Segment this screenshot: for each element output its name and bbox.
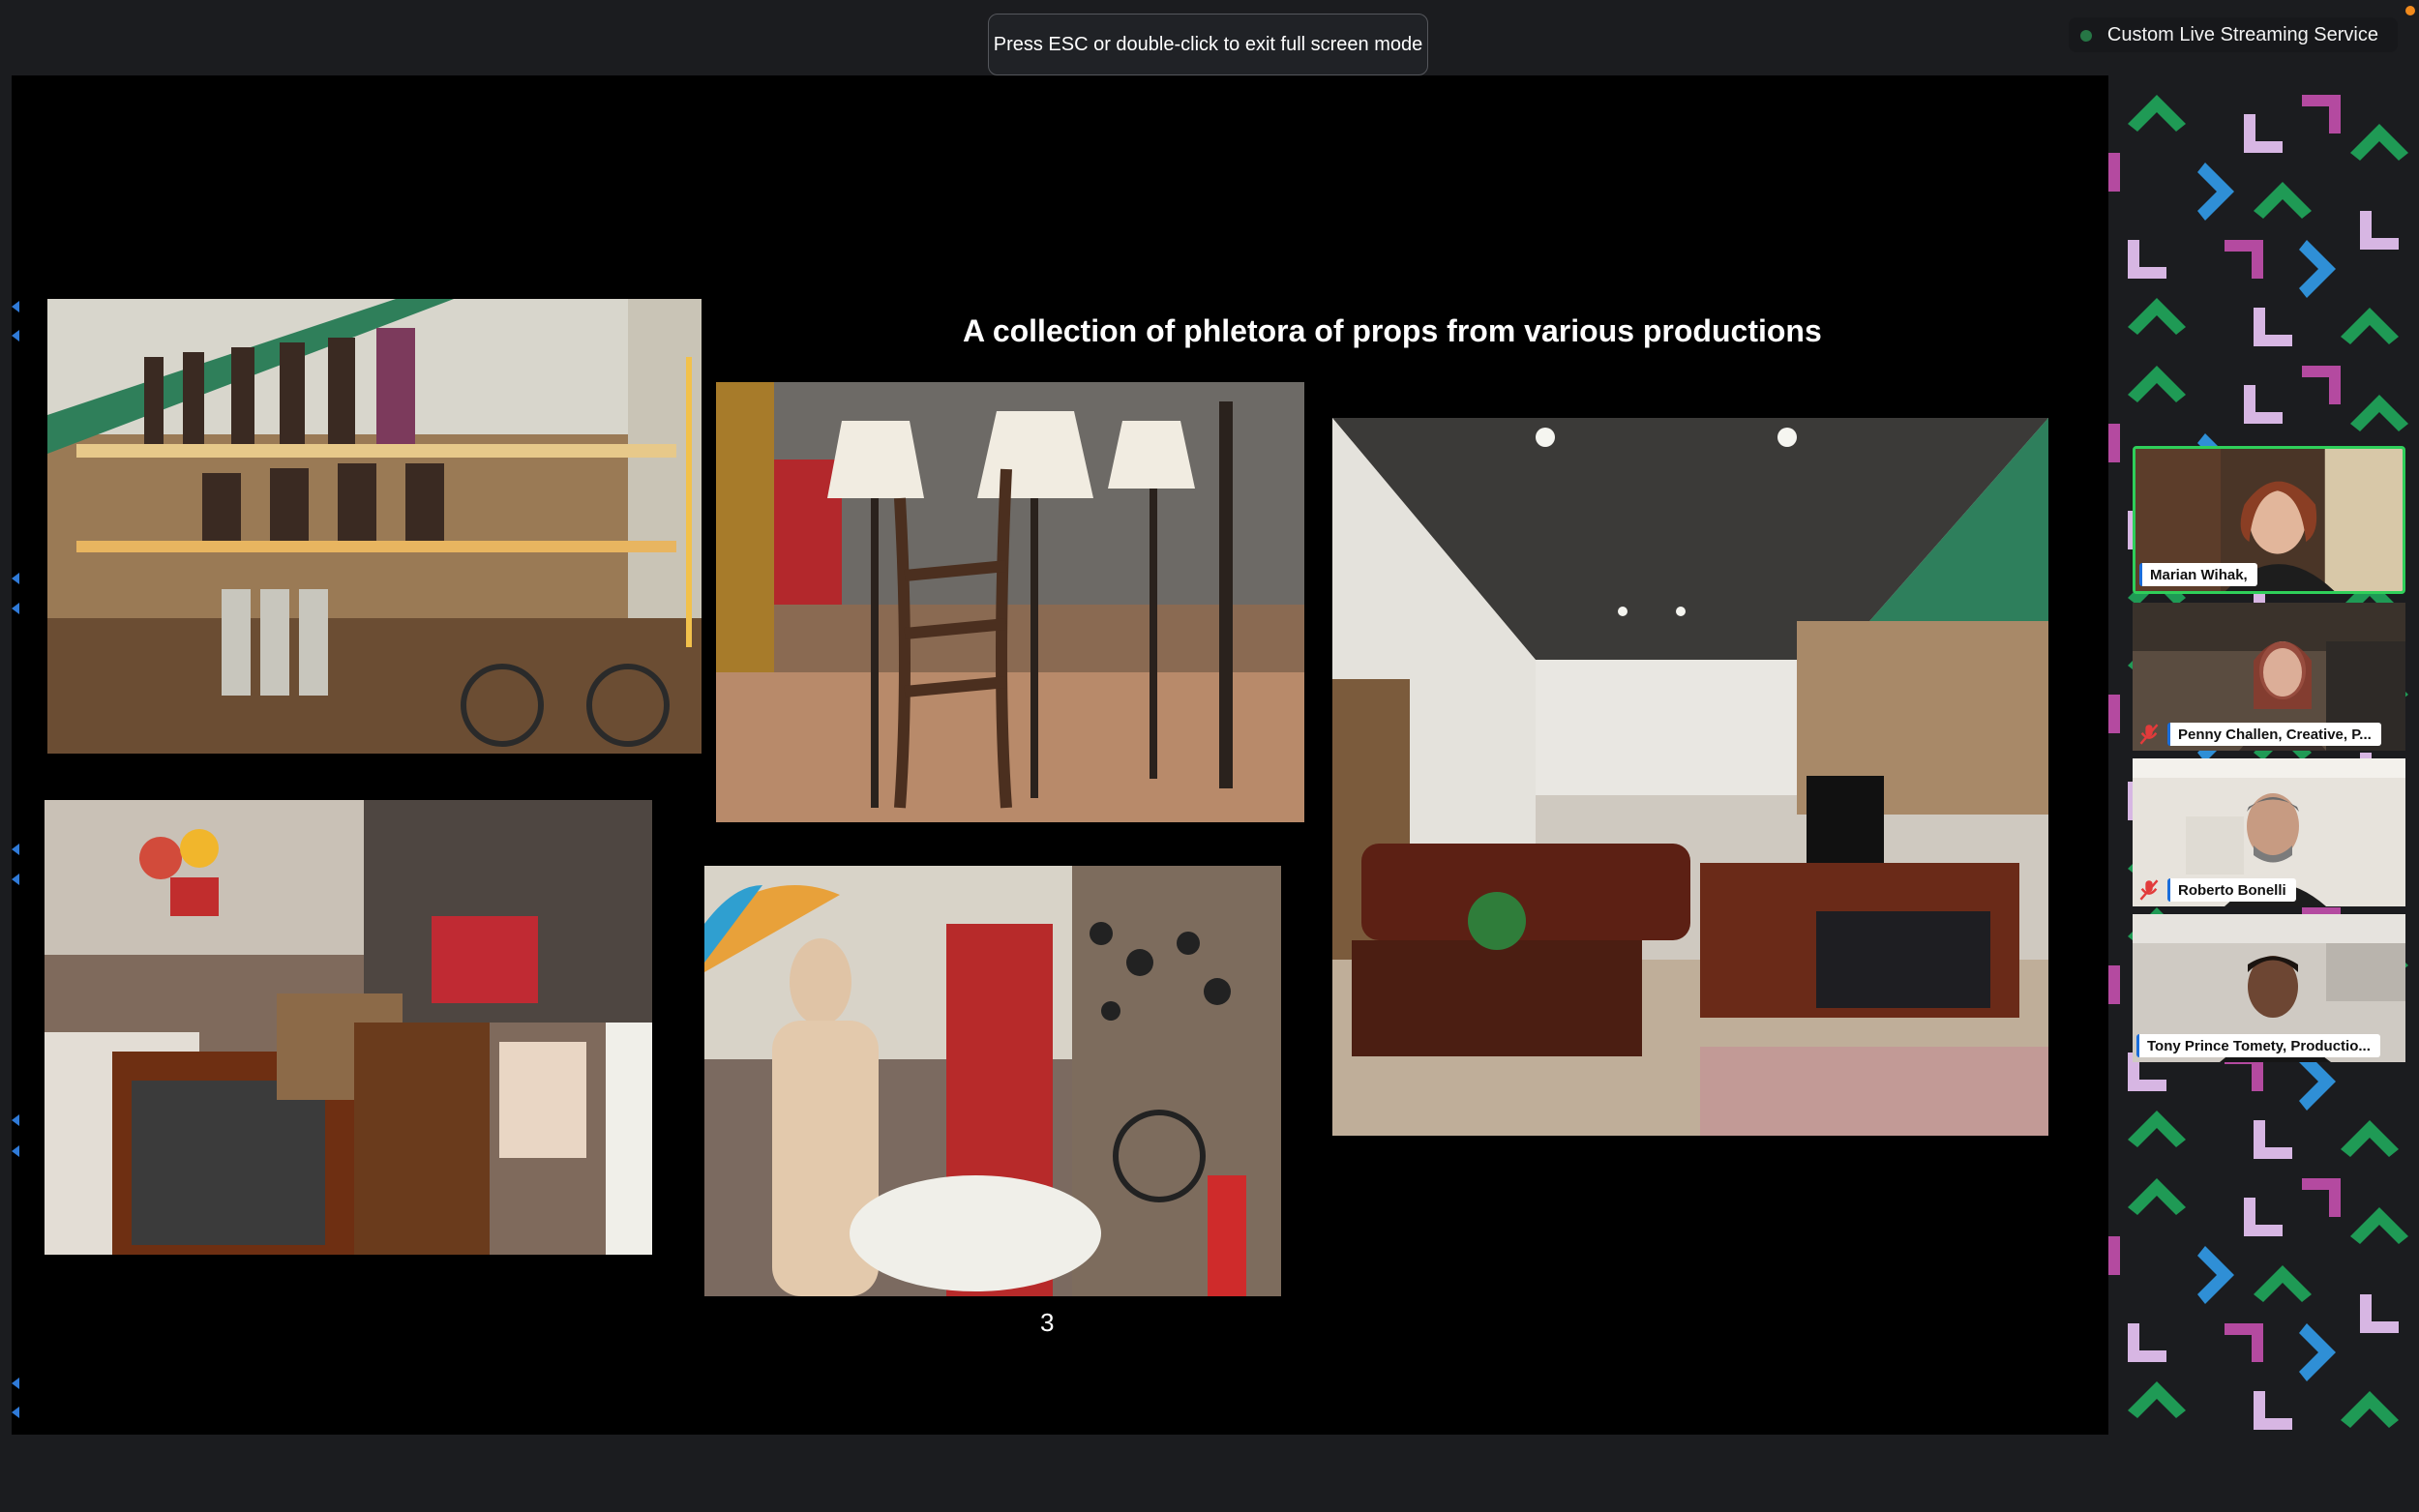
slide-photo-mannequin xyxy=(704,866,1281,1296)
bottom-bar xyxy=(0,1435,2419,1512)
participant-name-label: Marian Wihak, xyxy=(2139,563,2257,586)
slide-photo-lamps xyxy=(716,382,1304,822)
slide-photo-retro-tv xyxy=(45,800,652,1255)
participant-name-label: Roberto Bonelli xyxy=(2167,878,2296,902)
live-streaming-label: Custom Live Streaming Service xyxy=(2106,23,2378,45)
participant-tile[interactable]: Tony Prince Tomety, Productio... xyxy=(2133,914,2405,1062)
live-stream-icon xyxy=(2079,30,2092,42)
live-streaming-badge[interactable]: Custom Live Streaming Service xyxy=(2068,17,2398,52)
slide-page-number: 3 xyxy=(1040,1308,1055,1337)
participant-name-label: Tony Prince Tomety, Productio... xyxy=(2136,1034,2380,1057)
slide-photo-chair-shelves xyxy=(47,299,702,754)
fullscreen-exit-hint: Press ESC or double-click to exit full s… xyxy=(988,14,1428,75)
participants-sidebar-background xyxy=(2108,75,2419,1435)
shared-screen[interactable]: A collection of phletora of props from v… xyxy=(12,75,2108,1435)
notification-dot xyxy=(2405,6,2415,15)
slide-photo-warehouse-office xyxy=(1332,418,2048,1136)
mic-muted-icon xyxy=(2138,724,2160,745)
participant-tile[interactable]: Marian Wihak, xyxy=(2133,446,2405,594)
decorative-pattern xyxy=(2108,95,2408,1430)
participant-name-label: Penny Challen, Creative, P... xyxy=(2167,723,2381,746)
participant-tile[interactable]: Roberto Bonelli xyxy=(2133,758,2405,906)
participant-tile[interactable]: Penny Challen, Creative, P... xyxy=(2133,603,2405,751)
slide-title: A collection of phletora of props from v… xyxy=(963,313,1822,348)
mic-muted-icon xyxy=(2138,879,2160,901)
